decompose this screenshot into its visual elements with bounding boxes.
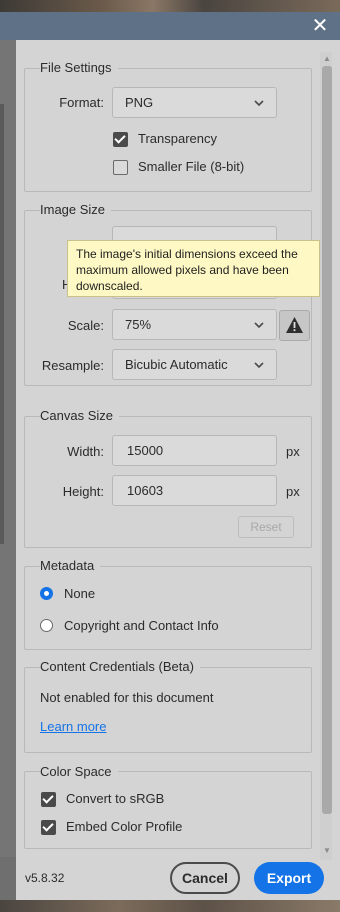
scroll-up-arrow-icon[interactable]: ▲ bbox=[322, 54, 332, 64]
content-credentials-title: Content Credentials (Beta) bbox=[40, 659, 200, 674]
preview-image-edge bbox=[0, 104, 4, 544]
content-credentials-section bbox=[24, 667, 312, 753]
resample-select[interactable]: Bicubic Automatic bbox=[112, 349, 277, 380]
chevron-down-icon bbox=[254, 322, 264, 329]
height-unit: px bbox=[286, 484, 300, 499]
warning-icon bbox=[286, 317, 303, 333]
scroll-down-arrow-icon[interactable]: ▼ bbox=[322, 846, 332, 856]
version-label: v5.8.32 bbox=[25, 871, 65, 885]
transparency-checkbox[interactable] bbox=[113, 132, 128, 147]
width-label: Width: bbox=[67, 444, 104, 459]
scale-label: Scale: bbox=[67, 318, 104, 333]
metadata-title: Metadata bbox=[40, 558, 101, 573]
format-value: PNG bbox=[125, 95, 154, 110]
file-settings-title: File Settings bbox=[40, 60, 118, 75]
color-space-title: Color Space bbox=[40, 764, 118, 779]
image-size-title: Image Size bbox=[40, 202, 112, 217]
metadata-copyright-label: Copyright and Contact Info bbox=[64, 618, 219, 633]
dialog-titlebar: ✕ bbox=[0, 12, 340, 40]
height-label: Height: bbox=[62, 484, 104, 499]
metadata-none-label: None bbox=[64, 586, 96, 601]
color-space-section bbox=[24, 771, 312, 849]
background-image-top bbox=[0, 0, 340, 12]
embed-color-profile-checkbox[interactable] bbox=[41, 820, 56, 835]
close-icon[interactable]: ✕ bbox=[310, 16, 330, 36]
convert-srgb-checkbox[interactable] bbox=[41, 792, 56, 807]
width-unit: px bbox=[286, 444, 300, 459]
export-button[interactable]: Export bbox=[254, 862, 324, 894]
content-credentials-status: Not enabled for this document bbox=[40, 690, 214, 705]
preview-area bbox=[0, 40, 16, 857]
embed-color-profile-label: Embed Color Profile bbox=[66, 819, 183, 834]
learn-more-link[interactable]: Learn more bbox=[40, 719, 106, 734]
reset-button[interactable]: Reset bbox=[238, 516, 294, 538]
smaller-file-checkbox[interactable] bbox=[113, 160, 128, 175]
transparency-label: Transparency bbox=[138, 131, 217, 146]
metadata-none-radio[interactable] bbox=[40, 587, 53, 600]
cancel-button[interactable]: Cancel bbox=[170, 862, 240, 894]
format-label: Format: bbox=[59, 95, 104, 110]
chevron-down-icon bbox=[254, 362, 264, 369]
canvas-size-title: Canvas Size bbox=[40, 408, 119, 423]
metadata-copyright-radio[interactable] bbox=[40, 619, 53, 632]
canvas-height-field[interactable]: 10603 bbox=[112, 475, 277, 506]
scrollbar-thumb[interactable] bbox=[322, 66, 332, 814]
smaller-file-label: Smaller File (8-bit) bbox=[138, 159, 245, 174]
downscale-tooltip: The image's initial dimensions exceed th… bbox=[67, 240, 320, 297]
canvas-width-field[interactable]: 15000 bbox=[112, 435, 277, 466]
format-select[interactable]: PNG bbox=[112, 87, 277, 118]
scale-select[interactable]: 75% bbox=[112, 309, 277, 340]
convert-srgb-label: Convert to sRGB bbox=[66, 791, 165, 806]
scale-value: 75% bbox=[125, 317, 152, 332]
background-image-bottom bbox=[0, 900, 340, 912]
warning-button[interactable] bbox=[279, 310, 310, 341]
chevron-down-icon bbox=[254, 100, 264, 107]
resample-label: Resample: bbox=[41, 358, 104, 373]
resample-value: Bicubic Automatic bbox=[125, 357, 228, 372]
metadata-section bbox=[24, 566, 312, 650]
